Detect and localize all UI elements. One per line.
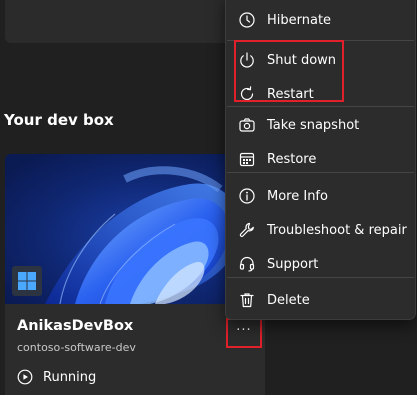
devbox-project: contoso-software-dev bbox=[17, 341, 136, 354]
menu-item-restore[interactable]: Restore bbox=[226, 144, 415, 174]
more-options-button[interactable]: ··· bbox=[226, 318, 262, 348]
restart-icon bbox=[237, 84, 257, 104]
menu-item-label: Shut down bbox=[267, 52, 337, 68]
more-options-label: ··· bbox=[236, 322, 252, 338]
trash-icon bbox=[237, 290, 257, 310]
windows-logo-icon bbox=[12, 266, 42, 296]
menu-item-restart[interactable]: Restart bbox=[226, 79, 415, 109]
menu-item-take-snapshot[interactable]: Take snapshot bbox=[226, 110, 415, 140]
menu-item-label: Delete bbox=[267, 292, 310, 308]
devbox-name: AnikasDevBox bbox=[17, 318, 134, 334]
power-icon bbox=[237, 50, 257, 70]
menu-divider bbox=[227, 172, 414, 173]
headset-icon bbox=[237, 254, 257, 274]
play-circle-icon bbox=[17, 369, 33, 385]
wrench-icon bbox=[237, 220, 257, 240]
info-icon bbox=[237, 186, 257, 206]
menu-item-shut-down[interactable]: Shut down bbox=[226, 45, 415, 75]
previous-card bbox=[5, 0, 253, 43]
menu-item-label: Hibernate bbox=[267, 12, 332, 28]
menu-item-more-info[interactable]: More Info bbox=[226, 181, 415, 211]
menu-divider bbox=[227, 106, 414, 107]
menu-item-delete[interactable]: Delete bbox=[226, 285, 415, 315]
menu-item-label: Support bbox=[267, 256, 319, 272]
menu-item-label: Restart bbox=[267, 86, 314, 102]
devbox-status: Running bbox=[17, 369, 96, 385]
section-title: Your dev box bbox=[4, 111, 114, 129]
camera-icon bbox=[237, 115, 257, 135]
menu-divider bbox=[227, 40, 414, 41]
dev-portal-page: Your dev box AnikasDevBox contoso-softwa… bbox=[0, 0, 417, 395]
status-label: Running bbox=[43, 369, 97, 385]
devbox-actions-menu: Hibernate Shut down Restart Take snapsho… bbox=[225, 0, 416, 320]
menu-item-label: Take snapshot bbox=[267, 117, 360, 133]
calendar-icon bbox=[237, 149, 257, 169]
menu-item-troubleshoot-repair[interactable]: Troubleshoot & repair bbox=[226, 215, 415, 245]
menu-item-hibernate[interactable]: Hibernate bbox=[226, 5, 415, 35]
hibernate-icon bbox=[237, 10, 257, 30]
menu-item-support[interactable]: Support bbox=[226, 249, 415, 279]
menu-item-label: Restore bbox=[267, 151, 317, 167]
menu-divider bbox=[227, 277, 414, 278]
menu-item-label: More Info bbox=[267, 188, 328, 204]
menu-item-label: Troubleshoot & repair bbox=[267, 222, 407, 238]
